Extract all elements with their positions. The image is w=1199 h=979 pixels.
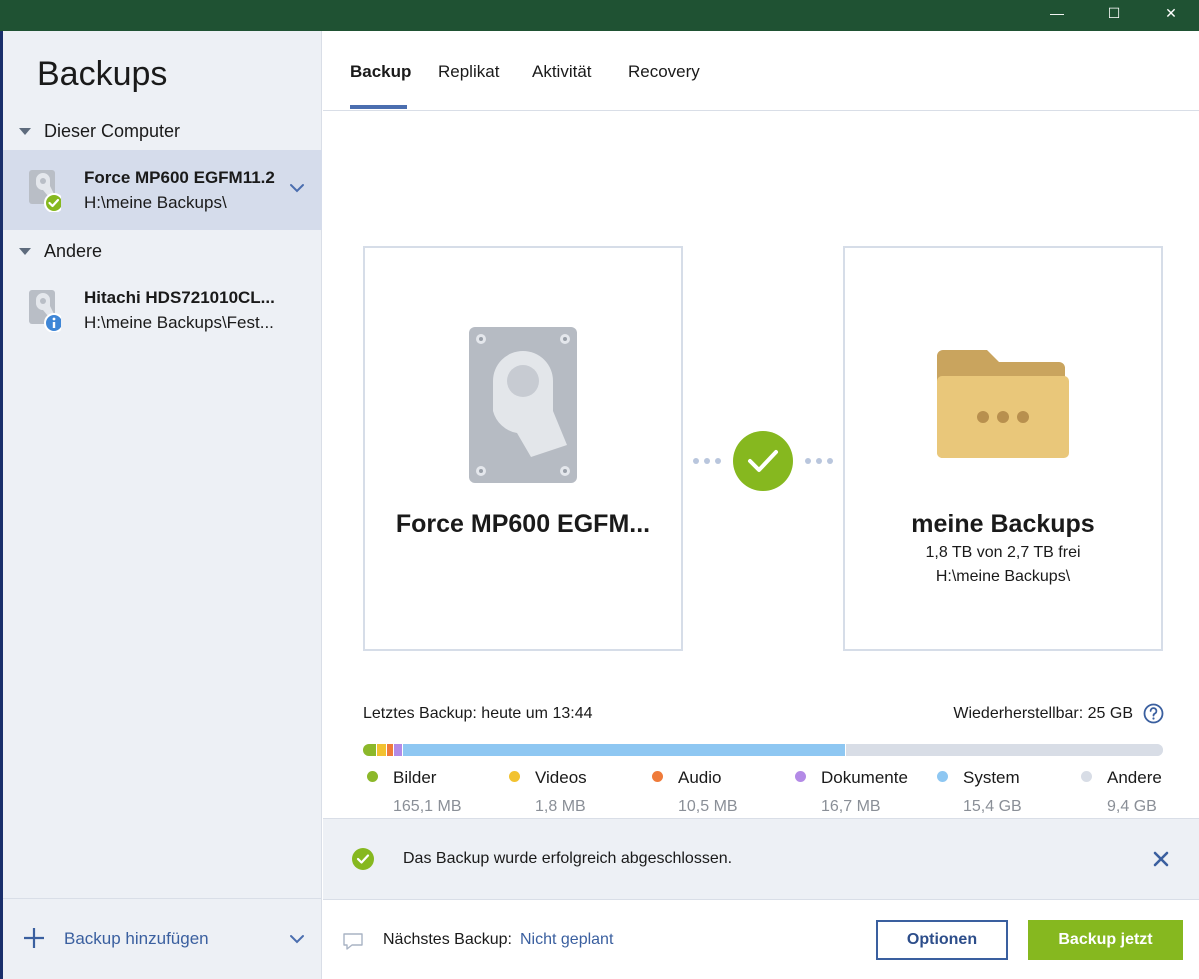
chevron-down-icon[interactable] [289,931,305,947]
legend-label: Bilder [393,768,437,787]
caret-down-icon [19,127,31,135]
folder-icon [937,350,1069,458]
legend-item-videos: Videos 1,8 MB [505,766,655,818]
legend-label: Audio [678,768,722,787]
help-icon[interactable] [1143,703,1164,724]
chevron-down-icon[interactable] [289,180,305,196]
hard-drive-icon [29,290,61,332]
usage-segment-system [403,744,846,756]
backup-item-force-mp600[interactable]: Force MP600 EGFM11.2 H:\meine Backups\ [3,150,322,230]
maximize-button[interactable]: ☐ [1085,0,1143,26]
legend-item-andere: Andere 9,4 GB [1077,766,1199,818]
usage-segment-andere [846,744,1163,756]
legend-label: Videos [535,768,587,787]
legend-item-dokumente: Dokumente 16,7 MB [791,766,941,818]
comment-icon[interactable] [342,932,364,952]
close-icon[interactable] [1153,851,1169,867]
bottom-bar: Nächstes Backup: Nicht geplant Optionen … [323,899,1199,979]
group-header-andere[interactable]: Andere [3,236,322,266]
hard-drive-icon [469,327,577,483]
legend-size: 9,4 GB [1107,798,1157,815]
tab-bar: Backup Replikat Aktivität Recovery [323,31,1199,111]
success-icon [352,848,374,870]
legend-size: 165,1 MB [393,798,462,815]
legend-item-audio: Audio 10,5 MB [648,766,798,818]
backup-item-name: Hitachi HDS721010CL... [84,288,275,307]
legend-item-bilder: Bilder 165,1 MB [363,766,513,818]
info-icon [52,322,56,328]
legend-label: Dokumente [821,768,908,787]
legend-size: 10,5 MB [678,798,738,815]
success-check-icon [733,431,793,491]
destination-title: meine Backups [911,510,1095,538]
caret-down-icon [19,247,31,255]
sidebar-title: Backups [37,55,168,93]
group-header-dieser-computer[interactable]: Dieser Computer [3,116,322,146]
legend-label: System [963,768,1020,787]
legend-dot-icon [367,771,378,782]
legend-size: 15,4 GB [963,798,1022,815]
restorable-text: Wiederherstellbar: 25 GB [953,705,1133,722]
next-backup-label: Nächstes Backup: [383,931,512,948]
group-label: Dieser Computer [44,120,181,141]
backup-item-name: Force MP600 EGFM11.2 [84,168,275,187]
hard-drive-icon [29,170,61,212]
close-window-button[interactable]: ✕ [1142,0,1199,26]
backup-now-button[interactable]: Backup jetzt [1028,920,1183,960]
add-backup-button[interactable]: Backup hinzufügen [64,929,209,949]
backup-item-hitachi[interactable]: Hitachi HDS721010CL... H:\meine Backups\… [3,270,322,350]
next-backup-schedule-link[interactable]: Nicht geplant [520,931,613,949]
legend-label: Andere [1107,768,1162,787]
backup-connector [693,431,833,491]
usage-segment-audio [387,744,394,756]
plus-icon[interactable] [23,927,45,949]
source-title: Force MP600 EGFM... [395,510,651,538]
window-titlebar: — ☐ ✕ [0,0,1199,31]
destination-free-space: 1,8 TB von 2,7 TB frei [925,544,1081,561]
usage-segment-dokumente [394,744,403,756]
notification-text: Das Backup wurde erfolgreich abgeschloss… [403,850,733,867]
legend-dot-icon [1081,771,1092,782]
last-backup-text: Letztes Backup: heute um 13:44 [363,705,593,722]
legend-dot-icon [652,771,663,782]
notification-bar: Das Backup wurde erfolgreich abgeschloss… [323,818,1199,899]
add-backup-row[interactable]: Backup hinzufügen [3,898,322,979]
tab-recovery[interactable]: Recovery [628,62,700,82]
sidebar: Backups Dieser Computer Force MP600 EGFM… [3,31,322,979]
usage-segment-videos [377,744,387,756]
backup-item-path: H:\meine Backups\ [84,193,227,212]
legend-dot-icon [509,771,520,782]
usage-bar [363,744,1163,756]
group-label: Andere [44,240,103,261]
tab-replikat[interactable]: Replikat [438,62,499,82]
legend-item-system: System 15,4 GB [933,766,1083,818]
minimize-button[interactable]: — [1028,0,1086,26]
tab-backup[interactable]: Backup [350,62,411,82]
tab-aktivitaet[interactable]: Aktivität [532,62,592,82]
legend-size: 1,8 MB [535,798,586,815]
destination-card[interactable]: meine Backups 1,8 TB von 2,7 TB frei H:\… [843,246,1163,651]
destination-path: H:\meine Backups\ [935,568,1071,585]
legend-dot-icon [937,771,948,782]
usage-segment-bilder [363,744,377,756]
source-card[interactable]: Force MP600 EGFM... [363,246,683,651]
active-tab-indicator [350,105,407,109]
legend-dot-icon [795,771,806,782]
legend-size: 16,7 MB [821,798,881,815]
options-button[interactable]: Optionen [876,920,1008,960]
backup-item-path: H:\meine Backups\Fest... [84,313,274,332]
